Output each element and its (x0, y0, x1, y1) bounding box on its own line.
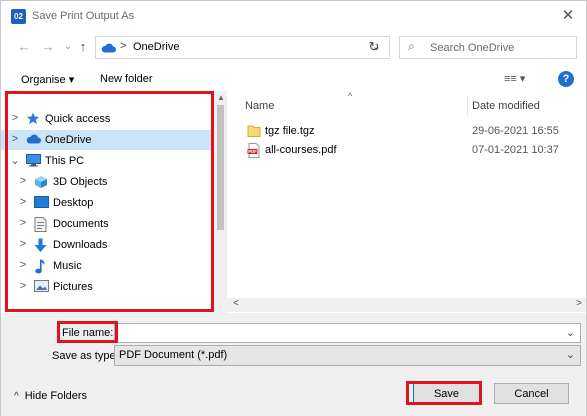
chevron-up-icon: ^ (14, 391, 19, 402)
file-date-modified: 07-01-2021 10:37 (472, 144, 559, 156)
folder-file-icon (247, 124, 261, 141)
file-name: tgz file.tgz (265, 125, 315, 137)
save-form: File name: ⌄ Save as type: PDF Document … (1, 313, 586, 416)
scroll-up-arrow[interactable]: ▲ (217, 93, 225, 102)
file-name-label: File name: (62, 327, 114, 339)
file-date-modified: 29-06-2021 16:55 (472, 125, 559, 137)
scroll-right-arrow[interactable]: > (576, 298, 582, 309)
column-divider[interactable] (467, 96, 468, 116)
chevron-right-icon[interactable]: > (18, 217, 28, 229)
title-bar: 02 Save Print Output As ✕ (1, 1, 586, 31)
search-input[interactable] (430, 40, 570, 55)
scroll-left-arrow[interactable]: < (233, 298, 239, 309)
file-row[interactable]: PDF all-courses.pdf 07-01-2021 10:37 (245, 141, 585, 159)
sidebar-item-downloads[interactable]: > Downloads (1, 235, 213, 255)
sidebar-scrollbar[interactable]: ▲ (214, 91, 227, 313)
save-as-type-label: Save as type: (52, 350, 119, 362)
hide-folders-label: Hide Folders (24, 390, 88, 402)
hide-folders-button[interactable]: ^ Hide Folders (14, 390, 87, 402)
sidebar-item-onedrive[interactable]: > OneDrive (1, 130, 213, 150)
chevron-right-icon[interactable]: > (18, 259, 28, 271)
sidebar-item-label: Quick access (45, 113, 111, 125)
sidebar-item-quick-access[interactable]: > Quick access (1, 109, 213, 129)
save-button[interactable]: Save (413, 383, 480, 404)
file-name: all-courses.pdf (265, 144, 337, 156)
horizontal-scrollbar[interactable]: < > (227, 298, 586, 312)
download-icon (34, 238, 48, 252)
save-as-type-dropdown-icon[interactable]: ⌄ (566, 348, 575, 361)
refresh-button[interactable]: ↻ (365, 38, 383, 56)
save-as-type-select[interactable]: PDF Document (*.pdf) ⌄ (114, 345, 581, 366)
cloud-icon (101, 43, 116, 53)
sidebar-item-pictures[interactable]: > Pictures (1, 277, 213, 297)
view-options-button[interactable]: ≡≡ ▾ (504, 72, 525, 85)
file-name-dropdown-icon[interactable]: ⌄ (566, 326, 575, 339)
computer-icon (26, 154, 41, 167)
sidebar-item-label: Downloads (53, 239, 108, 251)
desktop-icon (34, 196, 49, 209)
sidebar-item-this-pc[interactable]: ⌄ This PC (1, 151, 213, 171)
cube-icon (34, 175, 48, 188)
pdf-file-icon: PDF (247, 143, 261, 161)
chevron-right-icon[interactable]: > (18, 238, 28, 250)
sidebar-item-label: This PC (45, 155, 85, 167)
chevron-right-icon[interactable]: > (18, 175, 28, 187)
file-name-field[interactable]: ⌄ (114, 323, 581, 343)
sidebar-item-3d-objects[interactable]: >3D Objects (1, 172, 213, 192)
address-path: OneDrive (133, 41, 180, 53)
sidebar-item-label: Pictures (53, 281, 93, 293)
save-print-output-dialog: 02 Save Print Output As ✕ ← → ⌄ ↑ > OneD… (0, 0, 587, 416)
sidebar-item-label: OneDrive (45, 134, 92, 146)
svg-text:PDF: PDF (248, 149, 257, 154)
navigation-pane: > Quick access > OneDrive ⌄ This PC >3D Object… (1, 91, 227, 313)
sidebar-item-desktop[interactable]: > Desktop (1, 193, 213, 213)
back-button[interactable]: ← (15, 38, 33, 56)
close-button[interactable]: ✕ (558, 6, 578, 26)
path-separator: > (120, 40, 127, 52)
sidebar-item-documents[interactable]: > Documents (1, 214, 213, 234)
organise-menu[interactable]: Organise ▾ (21, 73, 74, 86)
up-button[interactable]: ↑ (74, 38, 92, 56)
window-title: Save Print Output As (32, 10, 135, 22)
column-header-name[interactable]: Name (245, 100, 274, 112)
scroll-thumb[interactable] (217, 105, 224, 230)
app-icon: 02 (11, 9, 26, 24)
file-row[interactable]: tgz file.tgz 29-06-2021 16:55 (245, 122, 585, 140)
help-icon[interactable]: ? (558, 71, 574, 87)
cancel-button[interactable]: Cancel (494, 383, 569, 404)
navigation-row: ← → ⌄ ↑ > OneDrive ⌄ ↻ ⌕ (1, 34, 586, 62)
search-icon: ⌕ (408, 39, 415, 53)
document-icon (34, 217, 48, 232)
sidebar-item-music[interactable]: > Music (1, 256, 213, 276)
sort-indicator-icon: ^ (348, 91, 353, 101)
chevron-right-icon[interactable]: > (10, 112, 20, 124)
address-bar[interactable]: > OneDrive ⌄ (95, 36, 390, 59)
toolbar: Organise ▾ New folder ≡≡ ▾ ? (1, 67, 586, 91)
star-icon (26, 112, 40, 125)
new-folder-button[interactable]: New folder (100, 73, 153, 85)
chevron-down-icon[interactable]: ⌄ (10, 154, 20, 167)
chevron-right-icon[interactable]: > (10, 133, 20, 145)
sidebar-item-label: Desktop (53, 197, 94, 209)
sidebar-item-label: Music (53, 260, 82, 272)
search-box[interactable]: ⌕ (399, 36, 577, 59)
cloud-icon (26, 133, 41, 146)
chevron-right-icon[interactable]: > (18, 196, 28, 208)
file-pane: ^ Name Date modified tgz file.tgz 29-06-2… (227, 91, 586, 313)
sidebar-item-label: 3D Objects (53, 176, 108, 188)
save-as-type-value: PDF Document (*.pdf) (119, 349, 228, 361)
music-icon (34, 259, 48, 274)
forward-button[interactable]: → (39, 38, 57, 56)
chevron-right-icon[interactable]: > (18, 280, 28, 292)
picture-icon (34, 280, 49, 293)
sidebar-item-label: Documents (53, 218, 109, 230)
column-header-date[interactable]: Date modified (472, 100, 540, 112)
